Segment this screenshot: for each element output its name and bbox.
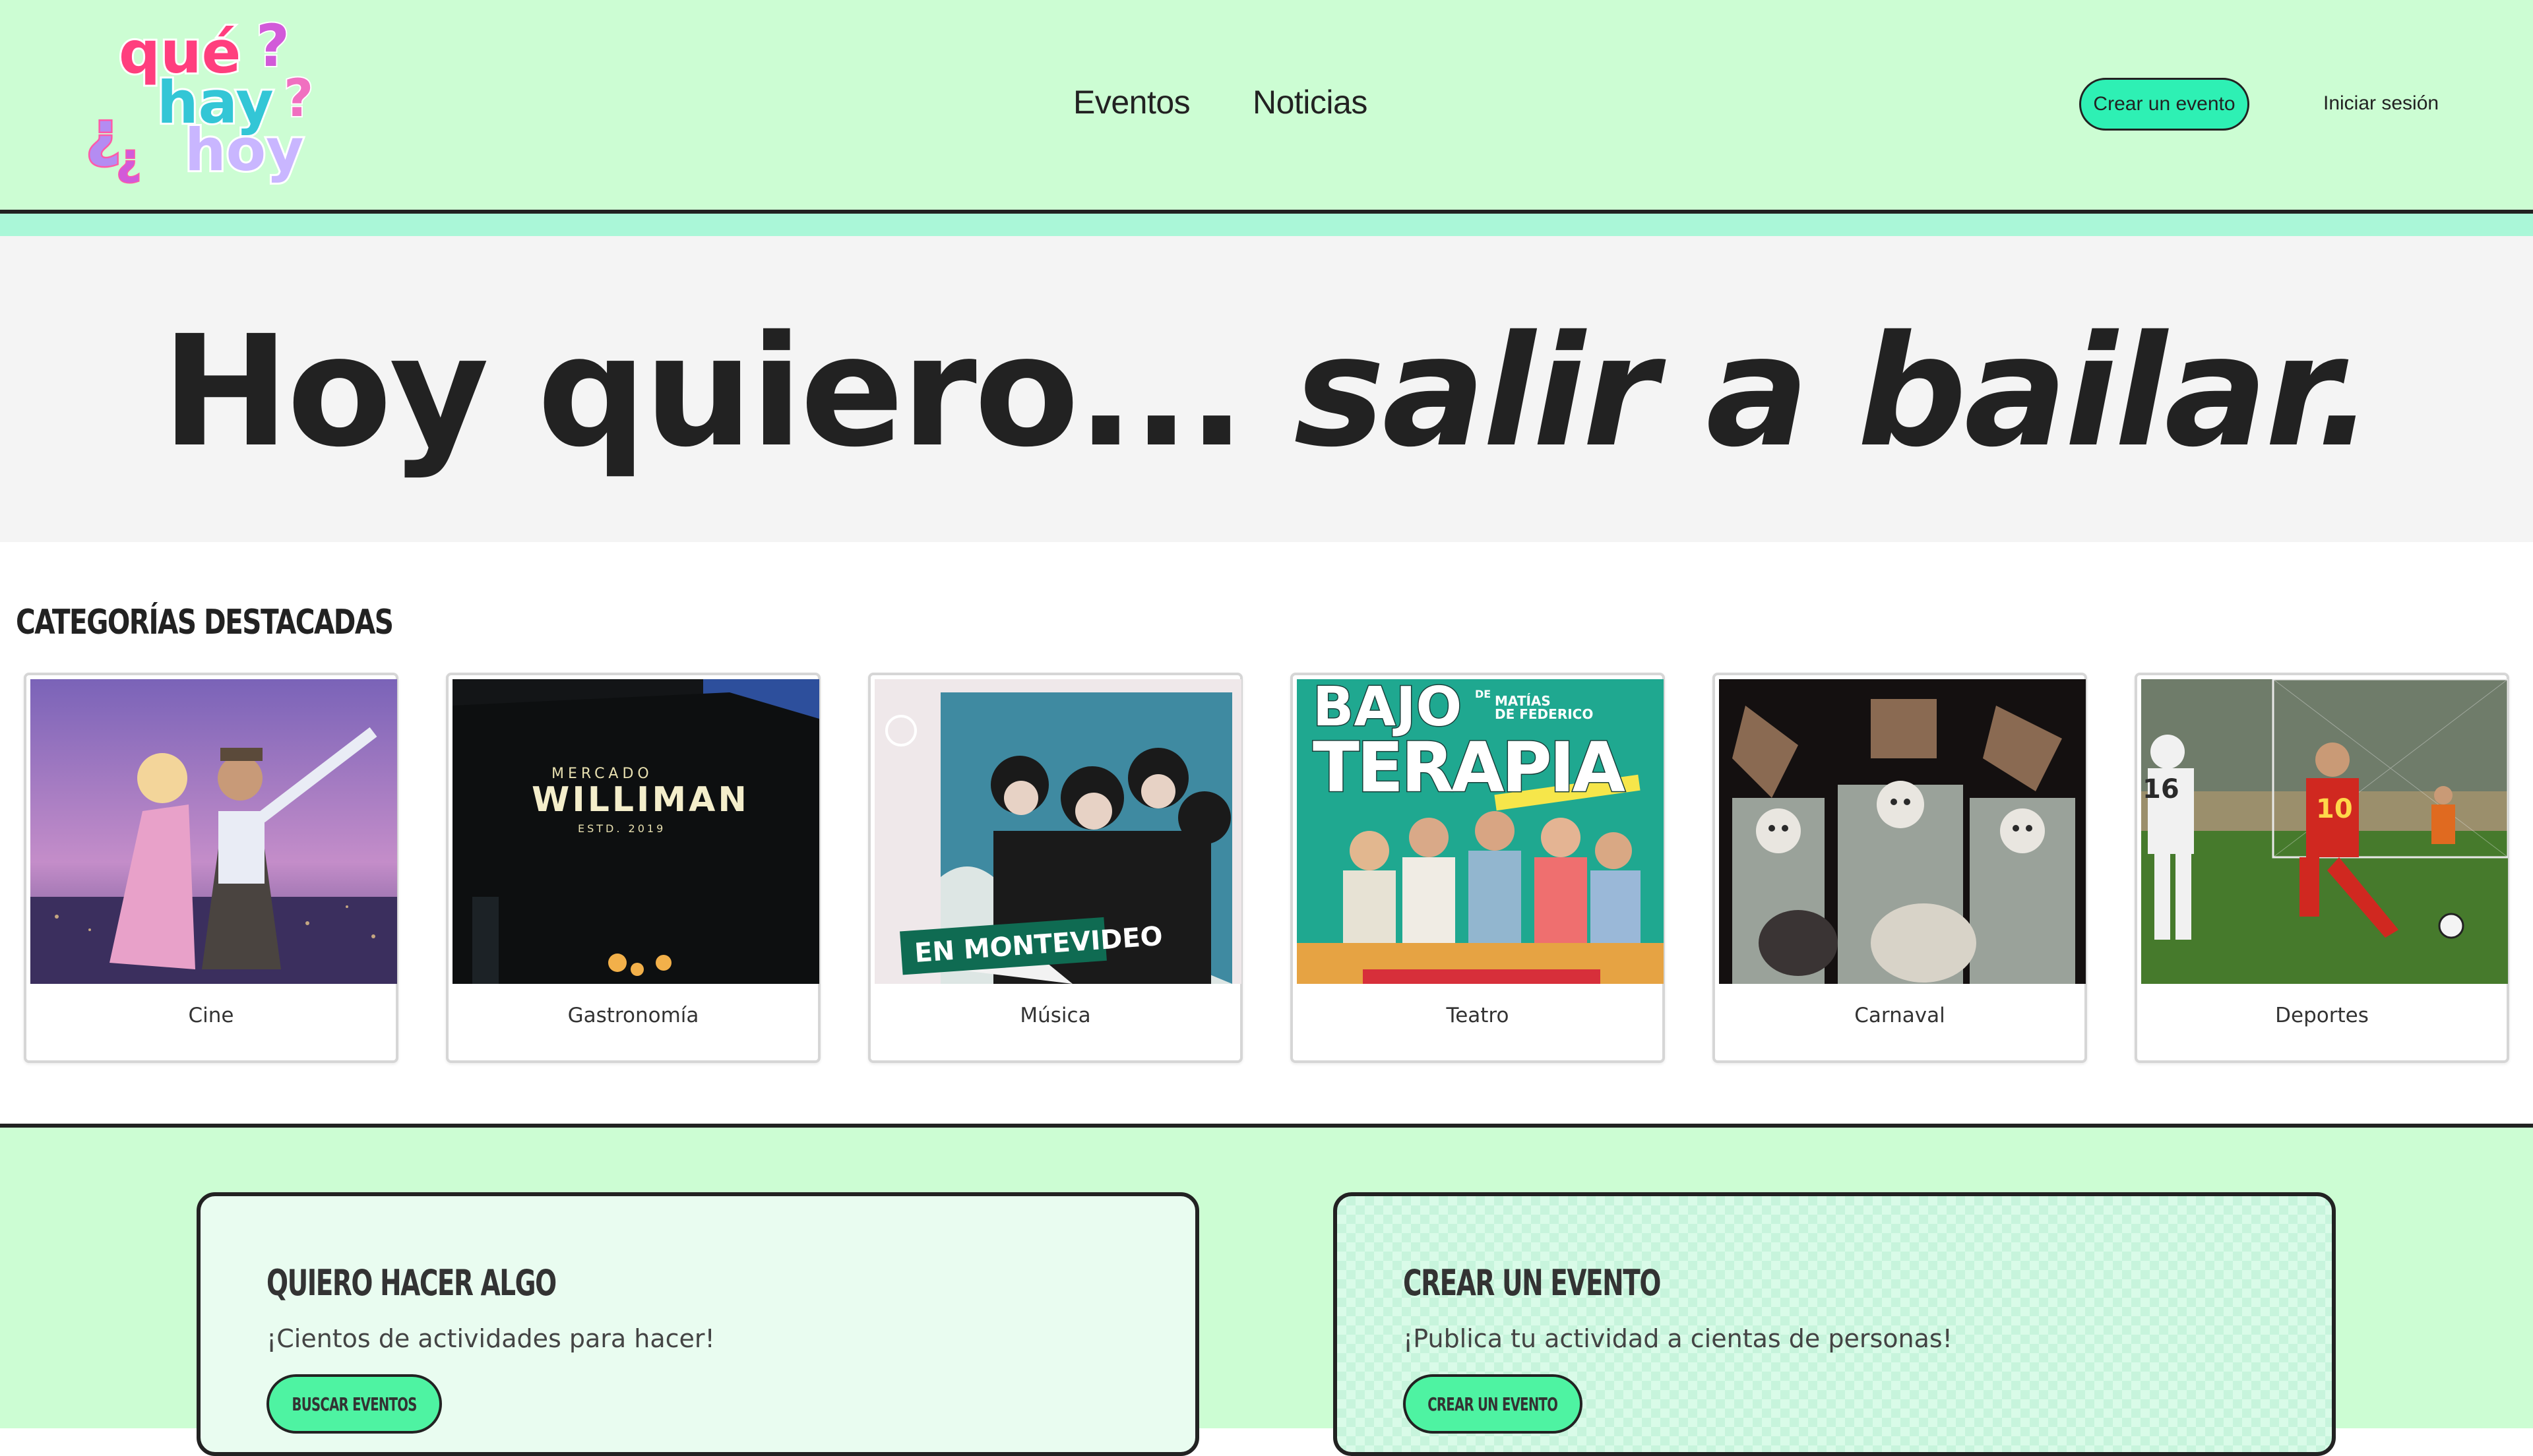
dancing-couple-image — [30, 679, 397, 984]
category-card-cine[interactable]: Cine — [24, 673, 398, 1063]
site-header: ¿ ? ? ¿ qué hay hoy Eventos Noticias Cre… — [0, 0, 2533, 214]
carnival-performers-image — [1719, 679, 2086, 984]
find-events-panel: QUIERO HACER ALGO ¡Cientos de actividade… — [197, 1192, 1199, 1456]
nav-link-noticias[interactable]: Noticias — [1253, 83, 1367, 121]
create-event-panel-button[interactable]: CREAR UN EVENTO — [1403, 1374, 1582, 1434]
panel-title: CREAR UN EVENTO — [1403, 1262, 1661, 1304]
create-event-button[interactable]: Crear un evento — [2079, 78, 2249, 131]
panel-subtitle: ¡Publica tu actividad a cientas de perso… — [1403, 1324, 1953, 1353]
category-label: Deportes — [2275, 1004, 2369, 1027]
category-label: Cine — [188, 1004, 234, 1027]
image-sign-text: WILLIMAN — [532, 780, 749, 820]
image-credit-text: DE — [1475, 688, 1491, 700]
hero-prefix: Hoy quiero... — [161, 303, 1246, 481]
logo-question-mark-icon: ¿ — [116, 134, 141, 185]
category-label: Gastronomía — [567, 1004, 699, 1027]
soccer-match-image: 16 10 — [2141, 679, 2508, 984]
soccer-ball-icon — [2438, 913, 2464, 939]
logo-word-hoy: hoy — [185, 116, 303, 184]
category-card-deportes[interactable]: 16 10 Deportes — [2135, 673, 2509, 1063]
image-jersey-number: 10 — [2316, 794, 2353, 824]
image-credit-text: DE FEDERICO — [1495, 706, 1593, 722]
search-events-button-label: BUSCAR EVENTOS — [292, 1393, 417, 1415]
category-label: Música — [1020, 1004, 1091, 1027]
panel-subtitle: ¡Cientos de actividades para hacer! — [266, 1324, 715, 1353]
category-card-musica[interactable]: EN MONTEVIDEO Música — [868, 673, 1243, 1063]
mercado-sign-image: MERCADO WILLIMAN ESTD. 2019 — [453, 679, 819, 984]
hero-section: Hoy quiero... salir a bailar. — [0, 236, 2533, 542]
image-jersey-number: 16 — [2142, 774, 2179, 804]
theater-poster-image: BAJO DE MATÍAS DE FEDERICO TERAPIA — [1297, 679, 1664, 984]
search-events-button[interactable]: BUSCAR EVENTOS — [266, 1374, 442, 1434]
category-card-teatro[interactable]: BAJO DE MATÍAS DE FEDERICO TERAPIA Teatr… — [1290, 673, 1665, 1063]
create-event-panel: CREAR UN EVENTO ¡Publica tu actividad a … — [1333, 1192, 2336, 1456]
hero-rotating-phrase: salir a bailar. — [1294, 303, 2374, 481]
category-card-carnaval[interactable]: Carnaval — [1712, 673, 2087, 1063]
category-card-gastronomia[interactable]: MERCADO WILLIMAN ESTD. 2019 Gastronomía — [446, 673, 821, 1063]
image-sign-text: ESTD. 2019 — [578, 822, 666, 835]
nav-link-eventos[interactable]: Eventos — [1073, 83, 1191, 121]
panel-title: QUIERO HACER ALGO — [266, 1262, 557, 1304]
category-label: Carnaval — [1854, 1004, 1945, 1027]
hero-heading: Hoy quiero... salir a bailar. — [0, 315, 2533, 468]
category-label: Teatro — [1446, 1004, 1509, 1027]
image-title-text: TERAPIA — [1313, 727, 1625, 808]
login-link[interactable]: Iniciar sesión — [2323, 92, 2439, 115]
create-event-panel-button-label: CREAR UN EVENTO — [1427, 1393, 1559, 1415]
featured-categories-title: CATEGORÍAS DESTACADAS — [16, 603, 394, 642]
header-accent-strip — [0, 214, 2533, 236]
band-poster-image: EN MONTEVIDEO — [875, 679, 1241, 984]
